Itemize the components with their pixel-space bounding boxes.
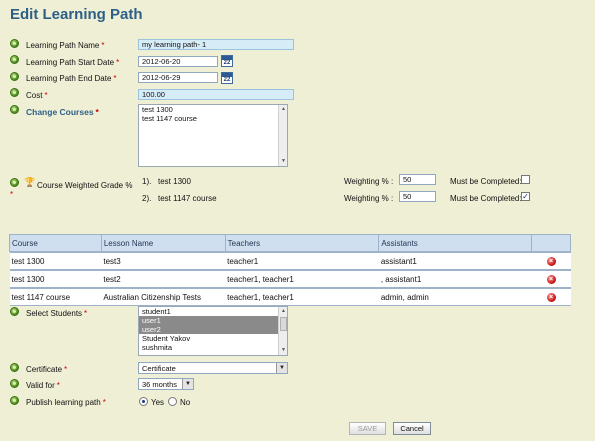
grade-row-index: 2).	[142, 194, 152, 203]
end-date-label: Learning Path End Date *	[26, 74, 117, 83]
trophy-icon: 🏆	[24, 177, 36, 187]
grade-row-course: test 1300	[158, 177, 191, 186]
help-icon[interactable]	[10, 105, 19, 114]
help-icon[interactable]	[10, 363, 19, 372]
weighted-grade-label: Course Weighted Grade %	[37, 181, 133, 190]
help-icon[interactable]	[10, 307, 19, 316]
column-header	[531, 234, 571, 252]
page-title: Edit Learning Path	[10, 6, 143, 23]
courses-listbox[interactable]: test 1300 test 1147 course ▲ ▼	[138, 104, 288, 167]
end-date-input[interactable]: 2012-06-29	[138, 72, 218, 83]
students-listbox[interactable]: student1 user1 user2 Student Yakov sushm…	[138, 306, 288, 356]
certificate-value: Certificate	[142, 364, 176, 373]
cell-teachers: teacher1, teacher1	[225, 288, 379, 306]
valid-for-label: Valid for *	[26, 381, 60, 390]
calendar-icon[interactable]: 22	[221, 72, 233, 84]
delete-icon[interactable]: ×	[546, 275, 556, 284]
help-icon[interactable]	[10, 55, 19, 64]
weighting-input[interactable]: 50	[399, 191, 436, 202]
must-complete-label: Must be Completed:	[450, 194, 522, 203]
student-option[interactable]: user2	[139, 325, 287, 334]
table-row: test 1300 test2 teacher1, teacher1 , ass…	[9, 270, 571, 288]
column-header: Teachers	[224, 234, 380, 252]
cell-assistants: assistant1	[378, 252, 532, 270]
student-option[interactable]: Student Yakov	[139, 334, 287, 343]
weighting-label: Weighting % :	[344, 177, 394, 186]
table-row: test 1147 course Australian Citizenship …	[9, 288, 571, 306]
chevron-down-icon[interactable]: ▼	[276, 363, 287, 373]
course-item[interactable]: test 1300	[139, 105, 287, 114]
column-header: Assistants	[378, 234, 533, 252]
cancel-button[interactable]: Cancel	[393, 422, 431, 435]
publish-no-label: No	[180, 398, 191, 407]
chevron-down-icon[interactable]: ▼	[182, 379, 193, 389]
grade-row-index: 1).	[142, 177, 152, 186]
lessons-table: Course Lesson Name Teachers Assistants t…	[9, 234, 571, 306]
table-row: test 1300 test3 teacher1 assistant1 ×	[9, 252, 571, 270]
grade-row-course: test 1147 course	[158, 194, 217, 203]
cost-label: Cost *	[26, 91, 48, 100]
weighting-input[interactable]: 50	[399, 174, 436, 185]
select-students-label: Select Students *	[26, 309, 88, 318]
help-icon[interactable]	[10, 396, 19, 405]
calendar-icon[interactable]: 22	[221, 55, 233, 67]
certificate-select[interactable]: Certificate ▼	[138, 362, 288, 374]
cell-course: test 1300	[9, 270, 102, 288]
start-date-label: Learning Path Start Date *	[26, 58, 120, 67]
scroll-down-icon[interactable]: ▼	[280, 347, 287, 354]
scroll-down-icon[interactable]: ▼	[280, 158, 287, 165]
delete-icon[interactable]: ×	[546, 257, 556, 266]
cell-lesson: test3	[101, 252, 226, 270]
student-option[interactable]: sushmita	[139, 343, 287, 352]
help-icon[interactable]	[10, 39, 19, 48]
scroll-up-icon[interactable]: ▲	[280, 308, 287, 315]
help-icon[interactable]	[10, 88, 19, 97]
cell-lesson: test2	[101, 270, 226, 288]
table-header-row: Course Lesson Name Teachers Assistants	[9, 234, 571, 252]
learning-path-name-input[interactable]: my learning path- 1	[138, 39, 294, 50]
start-date-input[interactable]: 2012-06-20	[138, 56, 218, 67]
scroll-up-icon[interactable]: ▲	[280, 106, 287, 113]
must-complete-label: Must be Completed:	[450, 177, 522, 186]
valid-for-value: 36 months	[142, 380, 178, 389]
cost-input[interactable]: 100.00	[138, 89, 294, 100]
help-icon[interactable]	[10, 379, 19, 388]
student-option[interactable]: student1	[139, 307, 287, 316]
student-option[interactable]: user1	[139, 316, 287, 325]
scroll-thumb[interactable]	[280, 317, 287, 331]
help-icon[interactable]	[10, 178, 19, 187]
publish-no-radio[interactable]	[168, 397, 177, 406]
cell-lesson: Australian Citizenship Tests	[101, 288, 226, 306]
required-marker: *	[10, 190, 14, 199]
save-button[interactable]: SAVE	[349, 422, 386, 435]
delete-icon[interactable]: ×	[546, 293, 556, 302]
scrollbar[interactable]: ▲ ▼	[278, 105, 287, 166]
change-courses-link[interactable]: Change Courses *	[26, 107, 99, 117]
publish-yes-radio[interactable]	[139, 397, 148, 406]
cell-course: test 1300	[9, 252, 102, 270]
column-header: Course	[9, 234, 102, 252]
cell-assistants: admin, admin	[378, 288, 532, 306]
must-complete-checkbox[interactable]: ✓	[521, 192, 530, 201]
publish-label: Publish learning path *	[26, 398, 106, 407]
cell-assistants: , assistant1	[378, 270, 532, 288]
cell-teachers: teacher1, teacher1	[225, 270, 379, 288]
publish-yes-label: Yes	[151, 398, 165, 407]
name-label: Learning Path Name *	[26, 41, 105, 50]
cell-course: test 1147 course	[9, 288, 102, 306]
help-icon[interactable]	[10, 72, 19, 81]
scrollbar[interactable]: ▲ ▼	[278, 307, 287, 355]
column-header: Lesson Name	[100, 234, 226, 252]
weighting-label: Weighting % :	[344, 194, 394, 203]
valid-for-select[interactable]: 36 months ▼	[138, 378, 194, 390]
cell-teachers: teacher1	[225, 252, 379, 270]
course-item[interactable]: test 1147 course	[139, 114, 287, 123]
certificate-label: Certificate *	[26, 365, 68, 374]
must-complete-checkbox[interactable]	[521, 175, 530, 184]
